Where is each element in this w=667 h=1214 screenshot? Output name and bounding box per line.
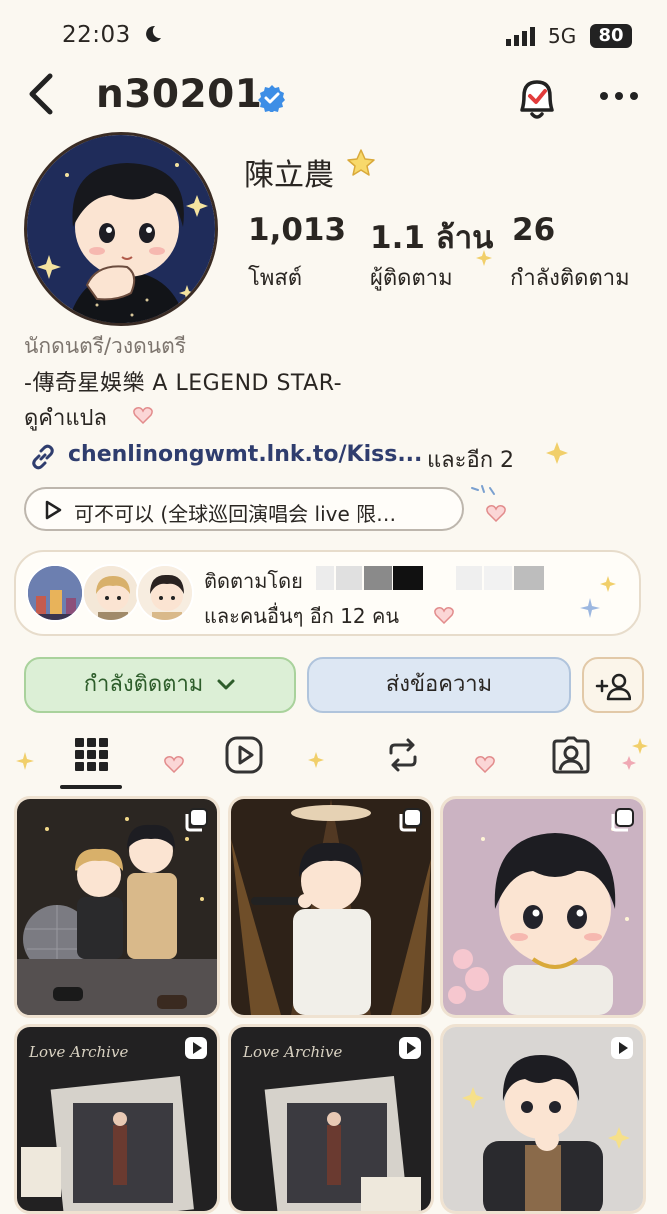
bell-icon[interactable] [512,74,562,122]
sparkle-icon [308,752,324,768]
sparkle-icon [546,442,568,464]
redacted-name [364,566,392,590]
bio-link[interactable]: chenlinongwmt.lnk.to/Kiss... [68,442,422,467]
heart-icon [164,756,184,773]
redacted-name [316,566,334,590]
tagged-icon[interactable] [551,735,591,775]
followed-by-others: และคนอื่นๆ อีก 12 คน [204,604,400,628]
network-label: 5G [548,24,577,48]
followers-label: ผู้ติดตาม [370,266,453,291]
followed-by-label: ติดตามโดย [204,569,303,593]
followers-count[interactable]: 1.1 ล้าน [370,212,493,262]
link-icon [32,444,54,470]
post-thumbnail[interactable] [14,796,220,1018]
chevron-down-icon [217,679,235,690]
redacted-name [336,566,362,590]
profile-category: นักดนตรี/วงดนตรี [24,334,187,358]
following-button[interactable]: กำลังติดตาม [24,657,296,713]
following-button-label: กำลังติดตาม [83,672,204,697]
sparkle-icon [600,576,616,592]
repost-icon[interactable] [383,735,423,775]
sparkle-icon [632,738,648,754]
redacted-name [514,566,544,590]
sparkle-icon [476,250,492,266]
more-links[interactable]: และอีก 2 [427,442,514,477]
heart-icon [475,756,495,773]
mutual-avatar [82,564,140,622]
carousel-icon [399,808,422,832]
avatar-illustration [27,135,215,323]
following-count[interactable]: 26 [512,212,555,248]
more-icon[interactable] [598,86,640,106]
reels-icon[interactable] [224,735,264,775]
grid-icon[interactable] [72,735,112,775]
following-label: กำลังติดตาม [510,266,630,291]
redacted-name [393,566,423,590]
reel-icon [611,1037,633,1059]
star-icon [347,149,375,176]
translate-link[interactable]: ดูคำแปล [24,400,107,435]
signal-icon [506,27,535,46]
carousel-icon [611,808,634,832]
heart-icon [434,607,454,624]
heart-icon [486,505,506,522]
verified-icon [258,85,285,112]
posts-label: โพสต์ [248,266,303,291]
post-thumbnail[interactable]: Love Archive [14,1024,220,1214]
reel-icon [185,1037,207,1059]
carousel-icon [185,808,208,832]
post-caption: Love Archive [28,1043,128,1061]
post-thumbnail[interactable]: Love Archive [228,1024,434,1214]
post-caption: Love Archive [242,1043,342,1061]
bio-text: -傳奇星娛樂 A LEGEND STAR- [24,371,343,396]
music-title: 可不可以 (全球巡回演唱会 live 限… [74,502,397,526]
posts-count[interactable]: 1,013 [248,212,346,248]
add-user-icon [595,673,632,701]
post-thumbnail[interactable] [228,796,434,1018]
back-icon[interactable] [26,72,56,116]
status-time: 22:03 [62,22,131,48]
sparkle-icon [622,756,636,770]
message-button[interactable]: ส่งข้อความ [307,657,571,713]
sparkle-icon [16,752,34,770]
redacted-name [456,566,482,590]
profile-username: n30201 [96,72,263,117]
post-thumbnail[interactable] [440,1024,646,1214]
heart-icon [133,407,153,424]
redacted-name [484,566,512,590]
add-user-button[interactable] [582,657,644,713]
display-name: 陳立農 [244,158,334,193]
dash-deco [471,485,495,495]
active-tab-indicator [60,785,122,789]
mutual-avatar [136,564,194,622]
profile-avatar[interactable] [24,132,218,326]
reel-icon [399,1037,421,1059]
moon-icon [146,25,161,42]
music-pill[interactable]: 可不可以 (全球巡回演唱会 live 限… [24,487,464,531]
battery-indicator: 80 [590,24,632,48]
mutual-avatar [26,564,84,622]
post-thumbnail[interactable] [440,796,646,1018]
play-icon [45,500,62,520]
sparkle-icon [580,598,600,618]
